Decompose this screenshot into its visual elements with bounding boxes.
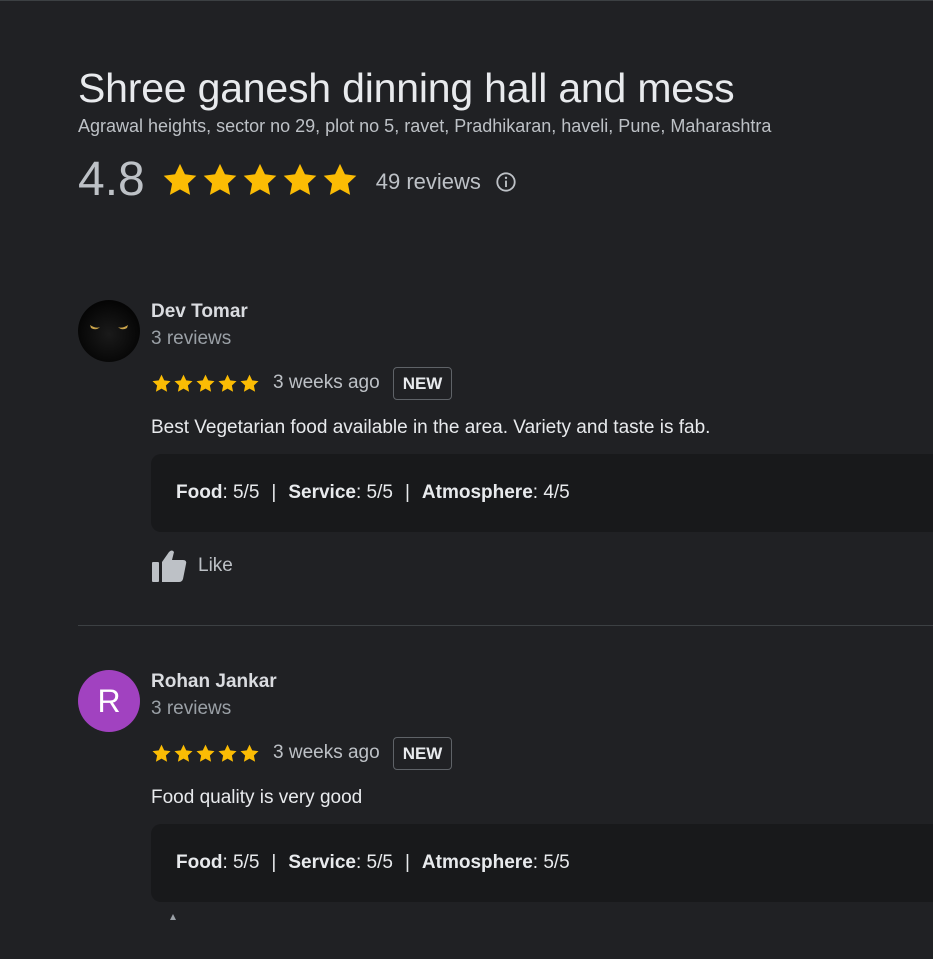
rating-summary: 4.8 49 reviews	[78, 152, 933, 208]
avatar[interactable]	[78, 300, 140, 362]
sub-rating-label: Service	[288, 852, 356, 873]
like-label: Like	[198, 555, 233, 576]
star-icon	[240, 744, 259, 762]
star-icon	[174, 374, 193, 392]
review-body: Rohan Jankar 3 reviews 3 weeks ago NEW F…	[151, 670, 933, 902]
info-circle-icon[interactable]	[495, 171, 517, 193]
sub-rating-label: Atmosphere	[421, 852, 533, 873]
star-icon	[163, 163, 197, 195]
reviewer-name[interactable]: Rohan Jankar	[151, 670, 933, 694]
separator: |	[404, 852, 410, 873]
avatar[interactable]: R	[78, 670, 140, 732]
star-icon	[196, 374, 215, 392]
separator: |	[271, 482, 277, 503]
star-icon	[240, 374, 259, 392]
review-text: Best Vegetarian food available in the ar…	[151, 417, 711, 438]
thumbs-up-icon	[152, 550, 187, 582]
sub-rating-label: Food	[176, 482, 223, 503]
like-button[interactable]: Like	[151, 548, 933, 584]
review-time: 3 weeks ago	[273, 372, 380, 393]
sub-rating-value: : 5/5	[355, 482, 393, 503]
review-time: 3 weeks ago	[273, 742, 380, 763]
review-rating-row: 3 weeks ago NEW	[151, 736, 933, 770]
sub-rating-value: : 5/5	[222, 852, 260, 873]
review-stars	[151, 743, 260, 764]
review-count-link[interactable]: 49 reviews	[376, 169, 481, 195]
rating-value: 4.8	[78, 153, 145, 206]
sub-rating-label: Service	[288, 482, 356, 503]
rating-stars	[161, 161, 359, 199]
partial-like-icon	[170, 914, 176, 920]
sub-rating-value: : 5/5	[222, 482, 260, 503]
star-icon	[152, 744, 171, 762]
review-stars	[151, 373, 260, 394]
place-header: Shree ganesh dinning hall and mess Agraw…	[78, 62, 933, 208]
sub-rating-value: : 5/5	[532, 852, 570, 873]
sub-rating-value: : 4/5	[532, 482, 570, 503]
reviewer-name[interactable]: Dev Tomar	[151, 300, 933, 324]
star-icon	[218, 744, 237, 762]
new-badge: NEW	[392, 366, 453, 400]
sub-rating-value: : 5/5	[355, 852, 393, 873]
star-icon	[218, 374, 237, 392]
top-border	[0, 0, 933, 1]
star-icon	[203, 163, 237, 195]
review-rating-row: 3 weeks ago NEW	[151, 366, 933, 400]
place-title: Shree ganesh dinning hall and mess	[78, 65, 735, 111]
sub-rating-label: Food	[176, 852, 223, 873]
place-address: Agrawal heights, sector no 29, plot no 5…	[78, 116, 772, 136]
sub-ratings-panel: Food: 5/5 | Service: 5/5 | Atmosphere: 4…	[151, 454, 933, 532]
sub-rating-label: Atmosphere	[421, 482, 533, 503]
star-icon	[152, 374, 171, 392]
dark-eyes-avatar-icon	[90, 325, 128, 330]
sub-ratings-panel: Food: 5/5 | Service: 5/5 | Atmosphere: 5…	[151, 824, 933, 902]
star-icon	[196, 744, 215, 762]
star-icon	[323, 163, 357, 195]
review-body: Dev Tomar 3 reviews 3 weeks ago NEW Best…	[151, 300, 933, 584]
reviewer-review-count: 3 reviews	[151, 328, 232, 349]
separator: |	[404, 482, 410, 503]
star-icon	[243, 163, 277, 195]
star-icon	[174, 744, 193, 762]
star-icon	[283, 163, 317, 195]
review-text: Food quality is very good	[151, 787, 363, 808]
reviewer-review-count: 3 reviews	[151, 698, 232, 719]
separator: |	[271, 852, 277, 873]
review-divider	[78, 625, 933, 626]
new-badge: NEW	[392, 736, 453, 770]
